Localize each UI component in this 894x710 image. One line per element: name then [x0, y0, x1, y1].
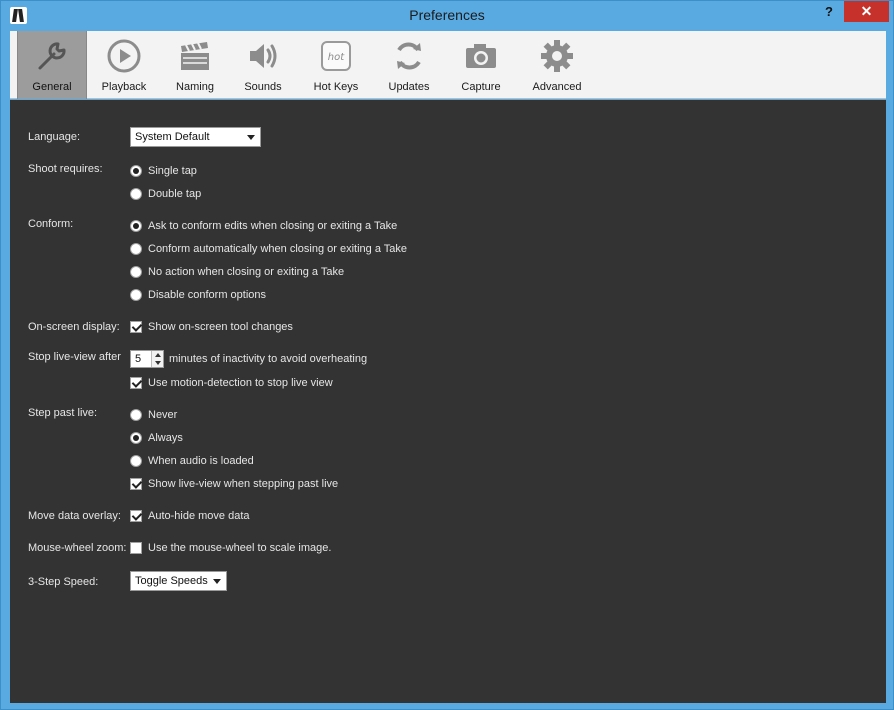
title-bar: Preferences ? ✕	[1, 1, 893, 31]
radio-unselected[interactable]	[130, 188, 142, 200]
tab-label: Naming	[176, 81, 214, 93]
language-value: System Default	[135, 131, 210, 143]
tab-label: Advanced	[532, 81, 582, 93]
radio-label: Disable conform options	[148, 289, 267, 301]
language-select[interactable]: System Default	[130, 127, 261, 147]
spinner-arrows-icon[interactable]	[151, 351, 163, 367]
live-view-minutes-spinner[interactable]: 5	[130, 350, 164, 368]
radio-unselected[interactable]	[130, 409, 142, 421]
preferences-window: Preferences ? ✕ General Playback Naming …	[0, 0, 894, 710]
general-panel: Language: System Default Shoot requires:…	[10, 100, 886, 703]
speaker-icon	[250, 44, 277, 68]
move-data-overlay-label: Move data overlay:	[28, 510, 121, 522]
conform-label: Conform:	[28, 218, 74, 230]
radio-selected[interactable]	[130, 220, 142, 232]
on-screen-display-label: On-screen display:	[28, 321, 120, 333]
tab-advanced[interactable]: Advanced	[520, 31, 594, 99]
tab-label: General	[32, 81, 72, 93]
tab-hot-keys[interactable]: hot Hot Keys	[300, 31, 372, 99]
live-view-minutes-suffix: minutes of inactivity to avoid overheati…	[169, 353, 368, 365]
help-button[interactable]: ?	[818, 4, 840, 22]
radio-selected[interactable]	[130, 432, 142, 444]
play-icon	[107, 39, 141, 73]
tab-updates[interactable]: Updates	[376, 31, 442, 99]
tab-capture[interactable]: Capture	[446, 31, 516, 99]
radio-selected[interactable]	[130, 165, 142, 177]
radio-label: Never	[148, 409, 178, 421]
camera-icon	[466, 44, 496, 68]
speed-value: Toggle Speeds	[135, 575, 208, 587]
tab-label: Hot Keys	[313, 81, 359, 93]
radio-label: Always	[148, 432, 183, 444]
checkbox-label: Show on-screen tool changes	[148, 321, 293, 333]
radio-label: Double tap	[148, 188, 202, 200]
tab-label: Updates	[388, 81, 430, 93]
radio-unselected[interactable]	[130, 455, 142, 467]
shoot-requires-label: Shoot requires:	[28, 163, 103, 175]
checkbox-checked[interactable]	[130, 377, 142, 389]
hotkey-icon: hot	[321, 41, 351, 71]
checkbox-checked[interactable]	[130, 510, 142, 522]
tab-sounds[interactable]: Sounds	[230, 31, 296, 99]
gear-icon	[541, 40, 573, 72]
tab-label: Sounds	[244, 81, 282, 93]
window-title: Preferences	[409, 7, 485, 23]
radio-label: Ask to conform edits when closing or exi…	[148, 220, 398, 232]
language-label: Language:	[28, 131, 80, 143]
tab-naming[interactable]: Naming	[160, 31, 230, 99]
chevron-down-icon	[247, 135, 255, 140]
chevron-down-icon	[213, 579, 221, 584]
checkbox-label: Use the mouse-wheel to scale image.	[148, 542, 332, 554]
tab-label: Playback	[101, 81, 147, 93]
hotkey-icon-text: hot	[328, 52, 345, 63]
step-past-live-label: Step past live:	[28, 407, 98, 419]
wrench-icon	[38, 42, 66, 70]
clapperboard-icon	[181, 42, 209, 70]
stop-live-view-label: Stop live-view after	[28, 351, 121, 363]
checkbox-label: Use motion-detection to stop live view	[148, 377, 333, 389]
radio-unselected[interactable]	[130, 289, 142, 301]
radio-label: Single tap	[148, 165, 197, 177]
mouse-wheel-zoom-label: Mouse-wheel zoom:	[28, 542, 127, 554]
radio-unselected[interactable]	[130, 266, 142, 278]
refresh-icon	[397, 42, 421, 70]
radio-label: No action when closing or exiting a Take	[148, 266, 345, 278]
radio-label: When audio is loaded	[148, 455, 254, 467]
three-step-speed-label: 3-Step Speed:	[28, 576, 99, 588]
radio-unselected[interactable]	[130, 243, 142, 255]
checkbox-label: Auto-hide move data	[148, 510, 250, 522]
close-button[interactable]: ✕	[844, 1, 889, 22]
spinner-value: 5	[135, 353, 142, 365]
checkbox-unchecked[interactable]	[130, 542, 142, 554]
checkbox-checked[interactable]	[130, 321, 142, 333]
checkbox-checked[interactable]	[130, 478, 142, 490]
tab-label: Capture	[461, 81, 501, 93]
tab-playback[interactable]: Playback	[90, 31, 158, 99]
radio-label: Conform automatically when closing or ex…	[148, 243, 408, 255]
checkbox-label: Show live-view when stepping past live	[148, 478, 339, 490]
tab-general[interactable]: General	[17, 31, 87, 99]
three-step-speed-select[interactable]: Toggle Speeds	[130, 571, 227, 591]
preferences-toolbar: General Playback Naming Sounds hot Hot K…	[10, 31, 886, 99]
